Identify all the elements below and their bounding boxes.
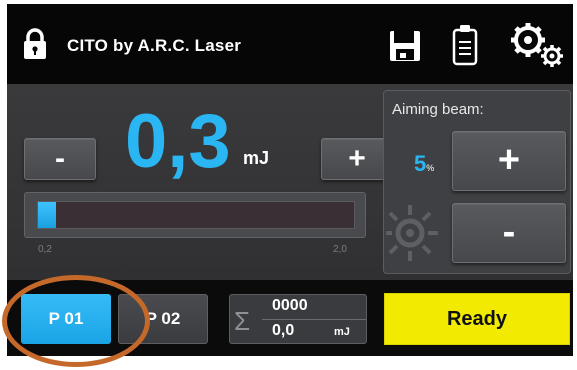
energy-readout: 0,3 mJ [125, 102, 315, 182]
header-bar: CITO by A.R.C. Laser [7, 4, 573, 84]
energy-slider[interactable] [24, 192, 366, 238]
energy-value: 0,3 [125, 99, 231, 184]
energy-range-min: 0,2 [38, 244, 52, 255]
energy-range-max: 2,0 [333, 244, 347, 255]
pulse-count: 0000 [272, 297, 308, 314]
energy-panel: - 0,3 mJ + 0,2 2,0 Aiming beam: 5% + - [7, 84, 573, 280]
aiming-beam-unit: % [426, 163, 435, 173]
program-2-button[interactable]: P 02 [118, 294, 208, 344]
total-energy-unit: mJ [334, 326, 350, 338]
ready-button[interactable]: Ready [384, 293, 570, 345]
energy-slider-fill [38, 202, 56, 228]
total-energy: 0,0 [272, 322, 295, 339]
gears-icon[interactable] [508, 22, 568, 70]
pulse-counter[interactable]: Σ 0000 0,0 mJ [229, 294, 367, 344]
lock-icon[interactable] [22, 28, 48, 60]
floppy-disk-icon[interactable] [388, 29, 422, 63]
program-1-button[interactable]: P 01 [21, 294, 111, 344]
aiming-beam-title: Aiming beam: [392, 101, 484, 118]
aiming-beam-number: 5 [414, 151, 427, 176]
aiming-beam-value: 5% [414, 151, 434, 177]
counter-divider [262, 319, 366, 320]
aiming-beam-panel: Aiming beam: 5% + - [383, 90, 571, 274]
energy-unit: mJ [243, 148, 270, 168]
sigma-icon: Σ [234, 306, 251, 336]
energy-slider-track[interactable] [37, 201, 355, 229]
footer-bar: P 01 P 02 Σ 0000 0,0 mJ Ready [7, 280, 573, 356]
clipboard-icon[interactable] [452, 24, 478, 66]
aiming-beam-increase-button[interactable]: + [452, 131, 566, 191]
aiming-beam-decrease-button[interactable]: - [452, 203, 566, 263]
laser-control-screen: CITO by A.R.C. Laser - 0,3 mJ + 0,2 2,0 … [7, 4, 573, 356]
sun-icon [386, 205, 438, 261]
app-title: CITO by A.R.C. Laser [67, 36, 242, 55]
energy-decrease-button[interactable]: - [24, 138, 96, 180]
